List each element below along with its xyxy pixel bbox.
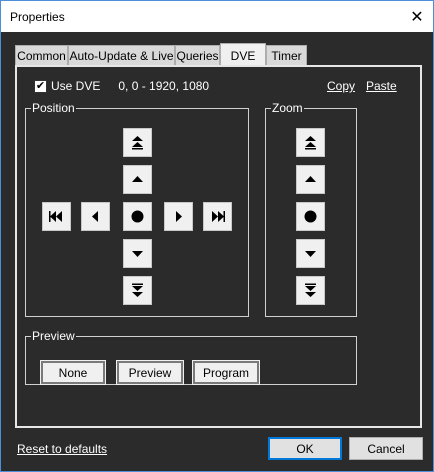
ok-button[interactable]: OK [268, 437, 342, 460]
dve-tab-panel: ✔ Use DVE 0, 0 - 1920, 1080 Copy Paste P… [15, 65, 422, 428]
preview-program-button[interactable]: Program [192, 360, 260, 385]
copy-link[interactable]: Copy [327, 79, 355, 93]
double-up-arrow-icon [132, 136, 143, 150]
zoom-in-button[interactable] [296, 165, 325, 194]
zoom-in-fast-button[interactable] [296, 128, 325, 157]
move-left-fast-button[interactable] [42, 202, 71, 231]
double-down-arrow-icon [132, 283, 143, 297]
preview-group: Preview None Preview Program [25, 329, 357, 385]
zoom-legend: Zoom [272, 101, 303, 115]
move-right-fast-button[interactable] [203, 202, 232, 231]
move-right-button[interactable] [164, 202, 193, 231]
cancel-button[interactable]: Cancel [349, 437, 423, 460]
double-up-arrow-icon [305, 136, 316, 150]
tab-common[interactable]: Common [15, 45, 68, 66]
right-arrow-icon [176, 211, 182, 222]
move-up-fast-button[interactable] [123, 128, 152, 157]
up-arrow-icon [305, 176, 316, 182]
circle-icon [304, 210, 317, 223]
down-arrow-icon [305, 251, 316, 257]
up-arrow-icon [132, 176, 143, 182]
left-arrow-icon [92, 211, 98, 222]
title-bar: Properties ✕ [1, 1, 433, 32]
double-right-arrow-icon [212, 211, 225, 222]
use-dve-row: ✔ Use DVE 0, 0 - 1920, 1080 [34, 79, 209, 93]
dve-coordinates: 0, 0 - 1920, 1080 [118, 79, 210, 93]
preview-legend: Preview [32, 329, 75, 343]
properties-dialog: Properties ✕ Common Auto-Update & Live Q… [0, 0, 434, 472]
move-left-button[interactable] [81, 202, 110, 231]
close-icon[interactable]: ✕ [401, 1, 433, 32]
tab-queries[interactable]: Queries [175, 45, 220, 66]
circle-icon [131, 210, 144, 223]
tab-auto-update-live[interactable]: Auto-Update & Live [68, 45, 175, 66]
zoom-out-fast-button[interactable] [296, 276, 325, 305]
center-position-button[interactable] [123, 202, 152, 231]
position-legend: Position [32, 101, 75, 115]
reset-to-defaults-link[interactable]: Reset to defaults [17, 442, 107, 456]
use-dve-checkbox[interactable]: ✔ [34, 79, 47, 93]
preview-none-button[interactable]: None [40, 360, 106, 385]
tab-dve[interactable]: DVE [220, 43, 266, 67]
zoom-out-button[interactable] [296, 239, 325, 268]
preview-preview-button[interactable]: Preview [116, 360, 184, 385]
move-up-button[interactable] [123, 165, 152, 194]
double-down-arrow-icon [305, 283, 316, 297]
zoom-reset-button[interactable] [296, 202, 325, 231]
window-title: Properties [10, 10, 65, 24]
down-arrow-icon [132, 251, 143, 257]
zoom-group: Zoom [265, 101, 357, 317]
paste-link[interactable]: Paste [366, 79, 397, 93]
tab-timer[interactable]: Timer [266, 45, 307, 66]
move-down-button[interactable] [123, 239, 152, 268]
position-group: Position [25, 101, 249, 317]
double-left-arrow-icon [49, 211, 62, 222]
move-down-fast-button[interactable] [123, 276, 152, 305]
use-dve-label[interactable]: Use DVE [51, 79, 100, 93]
